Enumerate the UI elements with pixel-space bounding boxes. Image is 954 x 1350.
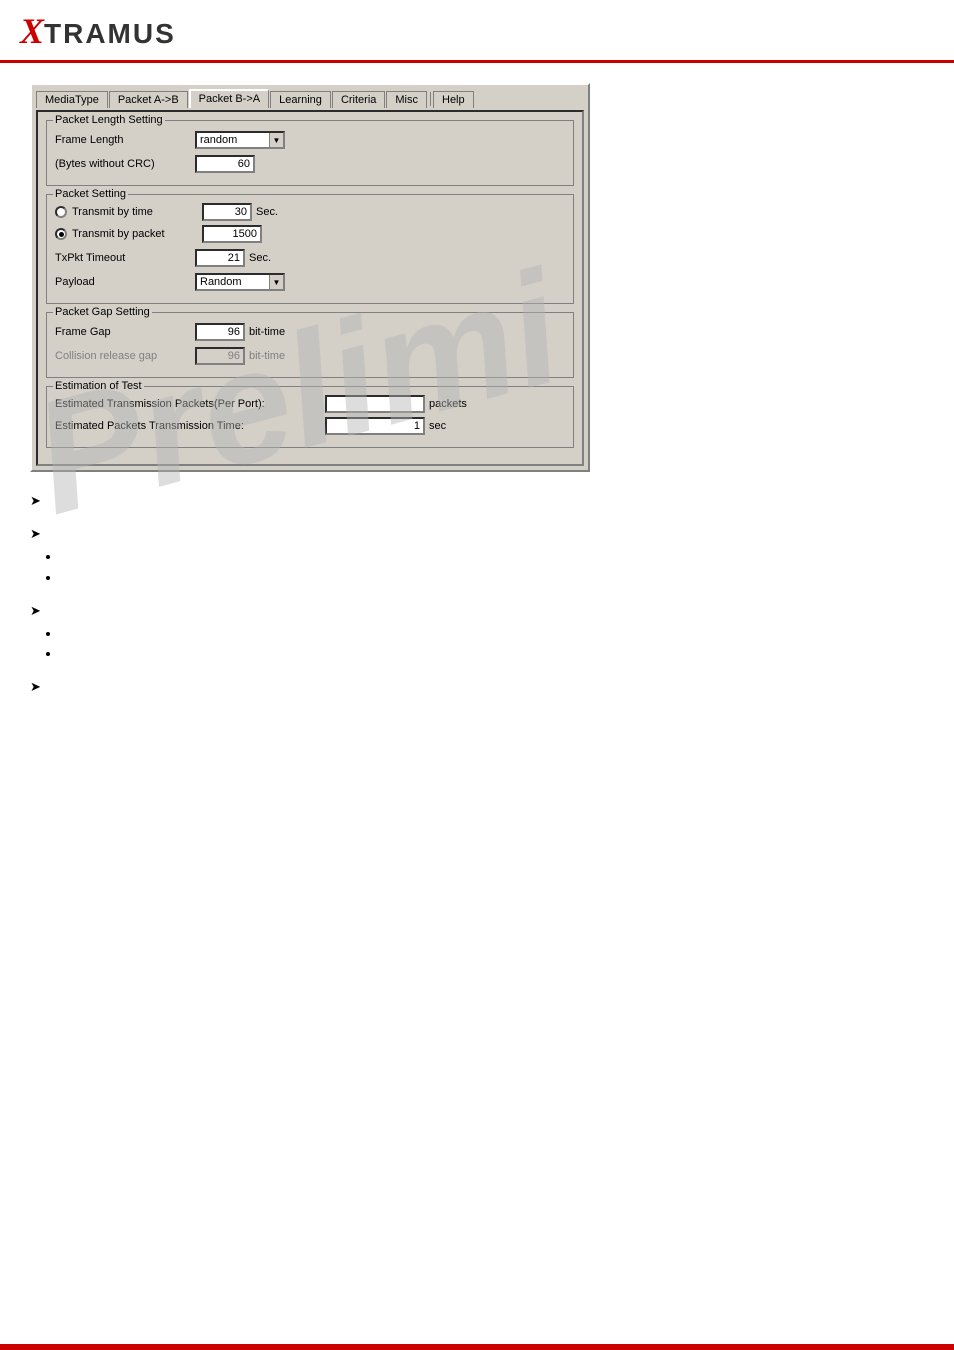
txpkt-timeout-label: TxPkt Timeout: [55, 252, 195, 264]
arrow-row-2: ➤: [30, 525, 924, 542]
bullet-list-2: [60, 548, 924, 586]
tab-learning[interactable]: Learning: [270, 91, 331, 108]
frame-gap-label: Frame Gap: [55, 326, 195, 338]
transmit-by-packet-radio[interactable]: [55, 228, 67, 240]
header: X TRAMUS: [0, 0, 954, 63]
bullet-list-3: [60, 625, 924, 663]
payload-row: Payload Random ▼: [55, 273, 565, 291]
frame-gap-input[interactable]: [195, 323, 245, 341]
payload-arrow[interactable]: ▼: [269, 275, 283, 289]
tab-bar: MediaType Packet A->B Packet B->A Learni…: [36, 89, 584, 108]
section-1: ➤: [30, 492, 924, 509]
logo: X TRAMUS: [20, 10, 176, 52]
transmit-by-time-input[interactable]: [202, 203, 252, 221]
transmit-by-packet-input[interactable]: [202, 225, 262, 243]
frame-gap-row: Frame Gap bit-time: [55, 323, 565, 341]
transmit-by-time-radio[interactable]: [55, 206, 67, 218]
arrow-bullet-1: ➤: [30, 493, 41, 509]
tab-misc[interactable]: Misc: [386, 91, 427, 108]
section-2: ➤: [30, 525, 924, 586]
bytes-label: (Bytes without CRC): [55, 158, 195, 170]
main-content: MediaType Packet A->B Packet B->A Learni…: [0, 63, 954, 731]
arrow-row-3: ➤: [30, 602, 924, 619]
transmit-by-time-label: Transmit by time: [72, 206, 202, 218]
est-time-input[interactable]: [325, 417, 425, 435]
est-packets-label: Estimated Transmission Packets(Per Port)…: [55, 398, 325, 410]
arrow-bullet-2: ➤: [30, 526, 41, 542]
bullet-item-2-1: [60, 548, 924, 565]
bytes-row: (Bytes without CRC): [55, 155, 565, 173]
txpkt-timeout-input[interactable]: [195, 249, 245, 267]
bytes-input[interactable]: [195, 155, 255, 173]
bullet-item-2-2: [60, 569, 924, 586]
txpkt-timeout-row: TxPkt Timeout Sec.: [55, 249, 565, 267]
estimation-title: Estimation of Test: [53, 380, 144, 392]
est-time-label: Estimated Packets Transmission Time:: [55, 420, 325, 432]
footer: [0, 1344, 954, 1350]
tab-help[interactable]: Help: [433, 91, 474, 108]
section-3: ➤: [30, 602, 924, 663]
arrow-bullet-3: ➤: [30, 603, 41, 619]
payload-select-text: Random: [197, 276, 269, 288]
packet-gap-group: Packet Gap Setting Frame Gap bit-time Co…: [46, 312, 574, 378]
est-time-unit: sec: [429, 420, 446, 432]
packet-setting-title: Packet Setting: [53, 188, 128, 200]
est-packets-unit: packets: [429, 398, 467, 410]
transmit-by-packet-label: Transmit by packet: [72, 228, 202, 240]
collision-unit: bit-time: [249, 350, 285, 362]
packet-setting-group: Packet Setting Transmit by time Sec. Tra…: [46, 194, 574, 304]
frame-length-row: Frame Length random ▼: [55, 131, 565, 149]
frame-length-label: Frame Length: [55, 134, 195, 146]
frame-length-arrow[interactable]: ▼: [269, 133, 283, 147]
panel-content: Packet Length Setting Frame Length rando…: [36, 110, 584, 466]
dialog-panel: MediaType Packet A->B Packet B->A Learni…: [30, 83, 590, 472]
bullet-item-3-1: [60, 625, 924, 642]
estimation-group: Estimation of Test Estimated Transmissio…: [46, 386, 574, 448]
collision-row: Collision release gap bit-time: [55, 347, 565, 365]
tab-criteria[interactable]: Criteria: [332, 91, 385, 108]
logo-rest: TRAMUS: [44, 18, 176, 50]
frame-length-select[interactable]: random ▼: [195, 131, 285, 149]
est-packets-row: Estimated Transmission Packets(Per Port)…: [55, 395, 565, 413]
frame-length-select-text: random: [197, 134, 269, 146]
tab-packet-ba[interactable]: Packet B->A: [189, 89, 269, 108]
collision-input: [195, 347, 245, 365]
logo-x: X: [20, 10, 44, 52]
collision-label: Collision release gap: [55, 350, 195, 362]
frame-gap-unit: bit-time: [249, 326, 285, 338]
tab-packet-ab[interactable]: Packet A->B: [109, 91, 188, 108]
transmit-by-time-row: Transmit by time Sec.: [55, 203, 565, 221]
bullet-item-3-2: [60, 645, 924, 662]
tab-separator: [430, 92, 431, 106]
payload-select[interactable]: Random ▼: [195, 273, 285, 291]
section-4: ➤: [30, 678, 924, 695]
packet-length-group: Packet Length Setting Frame Length rando…: [46, 120, 574, 186]
transmit-by-packet-row: Transmit by packet: [55, 225, 565, 243]
txpkt-timeout-unit: Sec.: [249, 252, 271, 264]
arrow-row-4: ➤: [30, 678, 924, 695]
packet-length-title: Packet Length Setting: [53, 114, 165, 126]
est-packets-input[interactable]: [325, 395, 425, 413]
arrow-row-1: ➤: [30, 492, 924, 509]
arrow-bullet-4: ➤: [30, 679, 41, 695]
payload-label: Payload: [55, 276, 195, 288]
tab-mediatype[interactable]: MediaType: [36, 91, 108, 108]
packet-gap-title: Packet Gap Setting: [53, 306, 152, 318]
est-time-row: Estimated Packets Transmission Time: sec: [55, 417, 565, 435]
transmit-by-time-unit: Sec.: [256, 206, 278, 218]
